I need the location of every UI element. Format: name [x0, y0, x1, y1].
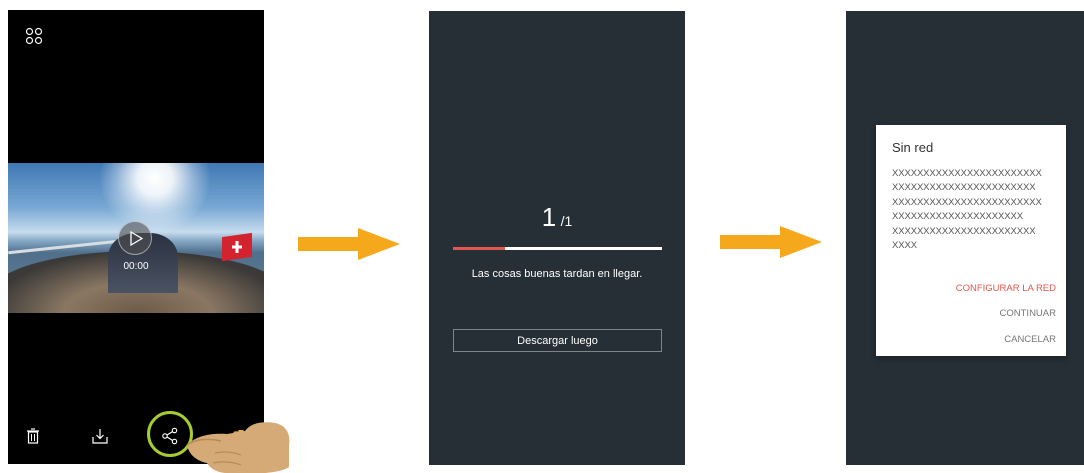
play-icon: [130, 231, 143, 246]
counter-current: 1: [541, 202, 557, 232]
hand-pointer-icon: [186, 422, 290, 473]
download-icon[interactable]: [91, 427, 109, 445]
counter-total: /1: [560, 213, 573, 229]
video-time: 00:00: [123, 261, 149, 272]
cancel-button[interactable]: CANCELAR: [1004, 334, 1056, 345]
video-preview-screen: 00:00: [8, 10, 264, 464]
continue-button[interactable]: CONTINUAR: [1000, 308, 1056, 319]
progress-bar: [453, 247, 662, 250]
flag-cross-icon: [232, 241, 242, 253]
configure-network-button[interactable]: CONFIGURAR LA RED: [956, 283, 1056, 294]
dialog-message-line: XXXXXXXXXXXXXXXXXXXXXXX: [892, 182, 1036, 194]
trash-icon[interactable]: [24, 427, 42, 445]
dialog-message-line: XXXXXXXXXXXXXXXXXXXXXXX: [892, 225, 1036, 237]
dialog-message-line: XXXXXXXXXXXXXXXXXXXXXXXX: [892, 168, 1042, 179]
no-network-screen: Sin red XXXXXXXXXXXXXXXXXXXXXXXX XXXXXXX…: [846, 11, 1084, 465]
flow-arrow-1: [298, 228, 400, 260]
flow-arrow-2: [720, 226, 822, 258]
dialog-message-line: XXXXXXXXXXXXXXXXXXXXX: [892, 211, 1023, 223]
loading-message: Las cosas buenas tardan en llegar.: [471, 268, 643, 280]
play-button[interactable]: [118, 221, 152, 255]
dialog-message-line: XXXXXXXXXXXXXXXXXXXXXXXX: [892, 196, 1042, 208]
grid-icon[interactable]: [25, 27, 43, 45]
video-thumbnail[interactable]: 00:00: [8, 163, 264, 313]
progress-fill: [453, 247, 506, 250]
download-counter: 1 /1: [429, 202, 685, 233]
download-progress-screen: 1 /1 Las cosas buenas tardan en llegar. …: [429, 11, 685, 465]
dialog-title: Sin red: [892, 140, 934, 155]
sun-glare: [100, 163, 210, 233]
download-later-button[interactable]: Descargar luego: [453, 329, 662, 352]
dialog-message-line: XXXX: [892, 240, 917, 252]
no-network-dialog: Sin red XXXXXXXXXXXXXXXXXXXXXXXX XXXXXXX…: [876, 125, 1066, 356]
dialog-message: XXXXXXXXXXXXXXXXXXXXXXXX XXXXXXXXXXXXXXX…: [892, 167, 1062, 253]
